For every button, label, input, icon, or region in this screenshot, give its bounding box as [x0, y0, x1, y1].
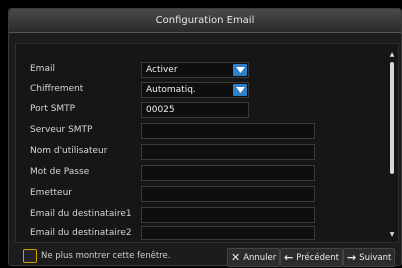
recipient1-input[interactable] — [141, 207, 315, 223]
email-select-value: Activer — [146, 65, 178, 75]
sender-label: Emetteur — [30, 188, 72, 198]
recipient1-row: Email du destinataire1 — [30, 207, 330, 223]
previous-label: Précédent — [296, 252, 339, 263]
smtp-port-input[interactable]: 00025 — [141, 102, 249, 118]
email-row: Email Activer — [30, 62, 330, 78]
smtp-server-input[interactable] — [141, 123, 315, 139]
chevron-down-icon[interactable] — [233, 84, 247, 96]
smtp-port-row: Port SMTP 00025 — [30, 102, 330, 118]
next-label: Suivant — [359, 252, 392, 263]
encryption-select[interactable]: Automatiq. — [141, 82, 249, 98]
close-icon: ✕ — [231, 251, 241, 264]
username-row: Nom d'utilisateur — [30, 144, 330, 160]
next-button[interactable]: → Suivant — [343, 248, 396, 267]
arrow-right-icon: → — [347, 251, 357, 264]
smtp-server-label: Serveur SMTP — [30, 125, 93, 135]
recipient2-label: Email du destinataire2 — [30, 228, 132, 238]
scroll-up-icon[interactable]: ▲ — [389, 52, 395, 58]
dont-show-checkbox[interactable] — [23, 249, 37, 263]
username-label: Nom d'utilisateur — [30, 146, 108, 156]
email-label: Email — [30, 64, 55, 74]
footer: Ne plus montrer cette fenêtre. ✕ Annuler… — [9, 247, 401, 267]
encryption-select-value: Automatiq. — [146, 85, 196, 95]
email-select[interactable]: Activer — [141, 62, 249, 78]
settings-panel: Email Activer Chiffrement Automatiq. Por… — [15, 43, 399, 243]
previous-button[interactable]: ← Précédent — [280, 248, 343, 267]
password-input[interactable] — [141, 165, 315, 181]
username-input[interactable] — [141, 144, 315, 160]
window-title: Configuration Email — [155, 15, 255, 26]
recipient2-row: Email du destinataire2 — [30, 226, 330, 240]
recipient1-label: Email du destinataire1 — [30, 209, 132, 219]
sender-input[interactable] — [141, 186, 315, 202]
sender-row: Emetteur — [30, 186, 330, 202]
arrow-left-icon: ← — [284, 251, 294, 264]
password-row: Mot de Passe — [30, 165, 330, 181]
title-bar: Configuration Email — [9, 9, 401, 33]
chevron-down-icon[interactable] — [233, 64, 247, 76]
scroll-down-icon[interactable]: ▼ — [389, 232, 395, 238]
password-label: Mot de Passe — [30, 167, 90, 177]
smtp-server-row: Serveur SMTP — [30, 123, 330, 139]
encryption-label: Chiffrement — [30, 84, 84, 94]
vertical-scrollbar[interactable]: ▲ ▼ — [389, 52, 395, 238]
cancel-label: Annuler — [243, 252, 277, 263]
scrollbar-thumb[interactable] — [390, 62, 394, 174]
smtp-port-label: Port SMTP — [30, 104, 76, 114]
email-config-window: Configuration Email Email Activer Chiffr… — [8, 8, 402, 267]
dont-show-label: Ne plus montrer cette fenêtre. — [41, 251, 171, 261]
cancel-button[interactable]: ✕ Annuler — [227, 248, 281, 267]
recipient2-input[interactable] — [141, 226, 315, 240]
encryption-row: Chiffrement Automatiq. — [30, 82, 330, 98]
